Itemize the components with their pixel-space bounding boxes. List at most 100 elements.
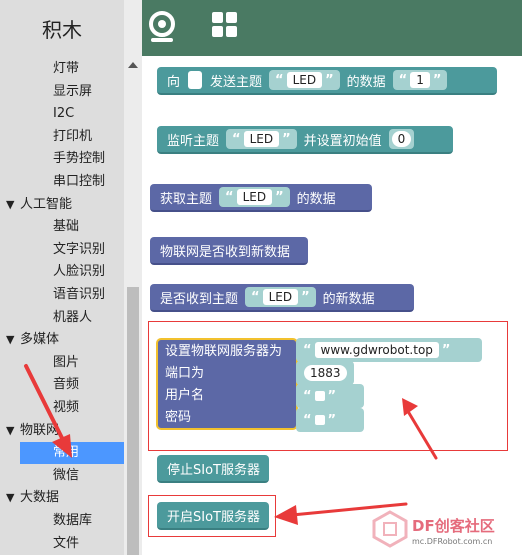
toolbox-title: 积木 (0, 0, 124, 56)
monitor-init-label: 并设置初始值 (303, 133, 382, 149)
toolbox-category-label: 文字识别 (53, 241, 106, 257)
toolbox-category-label: 串口控制 (53, 174, 106, 189)
start-siot-server-block[interactable]: 开启SIoT服务器 (157, 502, 269, 530)
df-community-watermark: DF创客社区 mc.DFRobot.com.cn (370, 510, 518, 550)
toolbox-category-item[interactable]: 语音识别 (0, 284, 124, 306)
set-iot-server-block[interactable]: 设置物联网服务器为 端口为 用户名 密码 (156, 338, 298, 430)
watermark-brand: DF创客社区 (412, 517, 495, 535)
toolbox-category-header[interactable]: ▼ 大数据 (0, 487, 124, 509)
expand-triangle-icon[interactable]: ▼ (6, 420, 20, 442)
server-port-field[interactable]: 1883 (296, 361, 354, 385)
monitor-topic-block[interactable]: 监听主题 “ LED ” 并设置初始值 0 (157, 126, 453, 154)
toolbox-category-label: 显示屏 (53, 83, 93, 99)
topic-string-field[interactable]: “ LED ” (219, 187, 290, 207)
iot-received-data-block[interactable]: 物联网是否收到新数据 (150, 237, 308, 265)
username-value[interactable] (314, 391, 325, 401)
toolbox-category-item[interactable]: 文字识别 (0, 239, 124, 261)
scrollbar-thumb[interactable] (127, 287, 139, 555)
send-prefix: 向 (167, 74, 181, 90)
expand-triangle-icon[interactable]: ▼ (6, 194, 20, 216)
server-host-field[interactable]: “ www.gdwrobot.top ” (296, 338, 482, 362)
stop-label: 停止SIoT服务器 (167, 462, 260, 478)
toolbox-category-item[interactable]: 机器人 (0, 307, 124, 329)
df-logo-icon (372, 510, 408, 548)
scroll-up-arrow-icon[interactable] (128, 62, 138, 68)
get-data-label: 的数据 (296, 191, 336, 207)
toolbox-category-header[interactable]: ▼ 物联网 (0, 420, 124, 442)
toolbox-category-label: 打印机 (53, 128, 93, 144)
stop-siot-server-block[interactable]: 停止SIoT服务器 (157, 455, 269, 483)
toolbox-category-item[interactable]: 灯带 (0, 58, 124, 80)
topic-string-field[interactable]: “ LED ” (226, 129, 297, 149)
toolbox-category-label: 大数据 (20, 490, 60, 506)
toolbox-category-label: 机器人 (53, 309, 93, 325)
send-label: 发送主题 (210, 74, 263, 90)
server-port-value[interactable]: 1883 (304, 365, 347, 381)
top-toolbar (142, 0, 522, 56)
toolbox-category-item[interactable]: 人脸识别 (0, 261, 124, 283)
topic-value[interactable]: LED (236, 189, 273, 205)
toolbox-category-item[interactable]: 数据库 (0, 510, 124, 532)
topic-value[interactable]: LED (262, 289, 299, 305)
password-label: 密码 (165, 410, 192, 425)
topic-value[interactable]: LED (286, 72, 323, 88)
topic-received-data-block[interactable]: 是否收到主题 “ LED ” 的新数据 (150, 284, 414, 312)
grid-icon[interactable] (212, 12, 238, 38)
port-label: 端口为 (165, 366, 205, 381)
toolbox-category-item[interactable]: 显示屏 (0, 81, 124, 103)
toolbox-category-label: 灯带 (53, 61, 80, 76)
toolbox-category-label: 图片 (53, 354, 80, 370)
toolbox-category-item[interactable]: 基础 (0, 216, 124, 238)
toolbox-category-item[interactable]: 串口控制 (0, 171, 124, 193)
send-data-label: 的数据 (346, 74, 386, 90)
topic-string-field[interactable]: “ LED ” (269, 70, 340, 90)
toolbox-category-label: 常用 (53, 445, 80, 461)
toolbox-category-label: 人工智能 (20, 196, 73, 212)
toolbox-category-label: 音频 (53, 377, 80, 393)
toolbox-category-item[interactable]: 视频 (0, 397, 124, 419)
monitor-label: 监听主题 (167, 133, 220, 149)
toolbox-category-header[interactable]: ▼ 多媒体 (0, 329, 124, 351)
password-value[interactable] (314, 415, 325, 425)
toolbox-category-label: 物联网 (20, 422, 60, 438)
toolbox-category-label: 基础 (53, 219, 80, 235)
toolbox-category-item[interactable]: 打印机 (0, 126, 124, 148)
toolbox-category-header[interactable]: ▼ 人工智能 (0, 194, 124, 216)
toolbox-category-label: 多媒体 (20, 332, 60, 348)
get-topic-block[interactable]: 获取主题 “ LED ” 的数据 (150, 184, 372, 212)
received-topic-data-label: 的新数据 (322, 291, 375, 307)
server-label: 设置物联网服务器为 (165, 344, 283, 359)
username-label: 用户名 (165, 388, 205, 403)
received-topic-label: 是否收到主题 (160, 291, 239, 307)
toolbox-category-label: 语音识别 (53, 287, 106, 302)
toolbox-category-item[interactable]: 音频 (0, 374, 124, 396)
toolbox-category-item[interactable]: 微信 (0, 465, 124, 487)
send-topic-block[interactable]: 向 发送主题 “ LED ” 的数据 “ 1 ” (157, 67, 497, 95)
toolbox-category-label: 微信 (53, 467, 80, 483)
expand-triangle-icon[interactable]: ▼ (6, 487, 20, 509)
data-string-field[interactable]: “ 1 ” (392, 70, 448, 90)
toolbox-category-item[interactable]: 手势控制 (0, 148, 124, 170)
toolbox-category-item[interactable]: 文件 (0, 533, 124, 555)
toolbox-category-label: 手势控制 (53, 151, 106, 167)
watermark-site: mc.DFRobot.com.cn (412, 537, 493, 546)
start-label: 开启SIoT服务器 (167, 509, 260, 525)
data-value[interactable]: 1 (410, 72, 430, 88)
toolbox-category-label: 视频 (53, 400, 80, 415)
toolbox-category-label: 人脸识别 (53, 264, 106, 280)
username-field[interactable]: “ ” (296, 384, 364, 408)
webcam-icon[interactable] (147, 10, 177, 44)
init-number-field[interactable]: 0 (388, 129, 415, 149)
server-host-value[interactable]: www.gdwrobot.top (314, 342, 439, 358)
password-field[interactable]: “ ” (296, 408, 364, 432)
toolbox-category-label: I2C (53, 106, 75, 122)
toolbox-category-item[interactable]: I2C (0, 103, 124, 125)
toolbox-category-label: 数据库 (53, 513, 93, 528)
topic-string-field[interactable]: “ LED ” (245, 287, 316, 307)
toolbox-category-item[interactable]: 常用 (20, 442, 124, 465)
target-slot[interactable] (188, 71, 203, 89)
expand-triangle-icon[interactable]: ▼ (6, 329, 20, 351)
toolbox-category-item[interactable]: 图片 (0, 352, 124, 374)
topic-value[interactable]: LED (243, 131, 280, 147)
init-value[interactable]: 0 (391, 131, 412, 147)
